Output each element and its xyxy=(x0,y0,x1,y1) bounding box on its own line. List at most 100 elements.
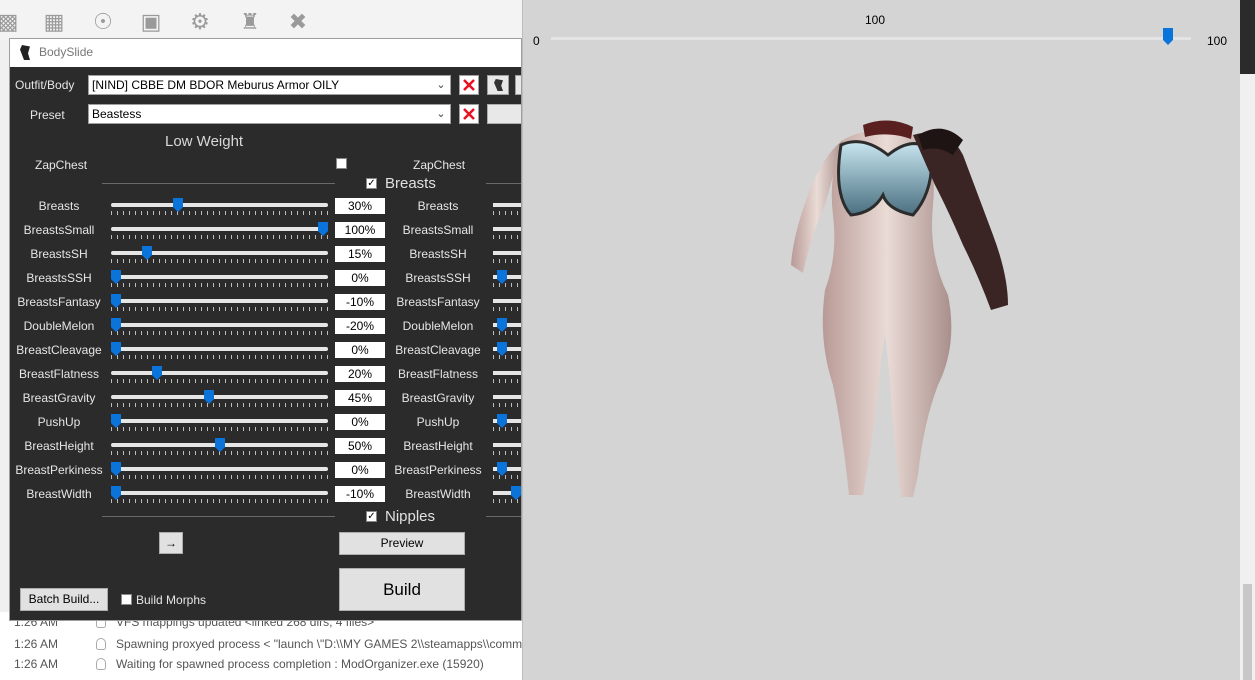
slider-breastwidth[interactable] xyxy=(111,486,328,503)
id-card-icon[interactable]: ▣ xyxy=(137,8,165,36)
slider-thumb[interactable] xyxy=(111,318,121,332)
slider-thumb[interactable] xyxy=(497,462,507,476)
extra-button[interactable] xyxy=(515,75,521,95)
slider-breasts[interactable] xyxy=(111,198,328,215)
slider-high-pushup[interactable] xyxy=(493,414,521,431)
slider-thumb[interactable] xyxy=(204,390,214,404)
archive-icon[interactable]: ▦ xyxy=(40,8,68,36)
slider-value-input[interactable]: 50% xyxy=(335,438,385,454)
weight-max-label: 100 xyxy=(1207,34,1228,48)
slider-label: BreastWidth xyxy=(26,487,92,501)
slider-thumb[interactable] xyxy=(511,486,521,500)
slider-high-breastcleavage[interactable] xyxy=(493,342,521,359)
slider-thumb[interactable] xyxy=(497,342,507,356)
weight-current-value: 100 xyxy=(865,13,886,27)
slider-breastssh[interactable] xyxy=(111,246,328,263)
bodyslide-logo-icon xyxy=(20,45,30,60)
slider-thumb[interactable] xyxy=(111,270,121,284)
slider-label: DoubleMelon xyxy=(23,319,95,333)
wrench-icon[interactable]: ✖ xyxy=(284,8,312,36)
slider-value-input[interactable]: 0% xyxy=(335,342,385,358)
zapchest-checkbox[interactable] xyxy=(336,158,347,169)
slider-track xyxy=(111,227,328,231)
outfit-dropdown[interactable]: [NIND] CBBE DM BDOR Meburus Armor OILY ⌄ xyxy=(88,75,451,95)
slider-value-input[interactable]: 100% xyxy=(335,222,385,238)
slider-pushup[interactable] xyxy=(111,414,328,431)
slider-value-input[interactable]: 20% xyxy=(335,366,385,382)
slider-high-breastssh[interactable] xyxy=(493,247,521,263)
slider-value-input[interactable]: 0% xyxy=(335,270,385,286)
slider-high-breastssmall[interactable] xyxy=(493,223,521,239)
slider-value-input[interactable]: -10% xyxy=(335,294,385,310)
slider-thumb[interactable] xyxy=(111,414,121,428)
right-scrollbar[interactable] xyxy=(1240,0,1255,680)
save-preset-button[interactable] xyxy=(487,104,521,124)
title-bar[interactable]: BodySlide xyxy=(10,39,521,67)
arrow-button[interactable]: → xyxy=(159,532,183,554)
slider-breastsfantasy[interactable] xyxy=(111,294,328,311)
slider-high-breastheight[interactable] xyxy=(493,439,521,455)
slider-value-input[interactable]: 45% xyxy=(335,390,385,406)
lightbulb-icon xyxy=(96,638,106,650)
slider-thumb[interactable] xyxy=(111,342,121,356)
clear-preset-button[interactable] xyxy=(459,104,479,124)
slider-thumb[interactable] xyxy=(318,222,328,236)
slider-high-breastwidth[interactable] xyxy=(493,486,521,503)
slider-ticks xyxy=(493,499,521,503)
slider-thumb[interactable] xyxy=(111,486,121,500)
slider-breastssmall[interactable] xyxy=(111,222,328,239)
slider-breastsssh[interactable] xyxy=(111,270,328,287)
slider-label: BreastPerkiness xyxy=(15,463,103,477)
slider-breastflatness[interactable] xyxy=(111,366,328,383)
slider-high-breastsssh[interactable] xyxy=(493,270,521,287)
outfit-studio-button[interactable] xyxy=(487,75,509,95)
slider-value-input[interactable]: 30% xyxy=(335,198,385,214)
batch-build-button[interactable]: Batch Build... xyxy=(20,588,108,611)
castle-icon[interactable]: ♜ xyxy=(236,8,264,36)
slider-breastgravity[interactable] xyxy=(111,390,328,407)
preview-button[interactable]: Preview xyxy=(339,532,465,555)
slider-high-breastsfantasy[interactable] xyxy=(493,295,521,311)
slider-value-input[interactable]: 0% xyxy=(335,462,385,478)
clear-outfit-button[interactable] xyxy=(459,75,479,95)
slider-thumb[interactable] xyxy=(111,294,121,308)
slider-thumb[interactable] xyxy=(497,318,507,332)
slider-thumb[interactable] xyxy=(497,414,507,428)
slider-high-breasts[interactable] xyxy=(493,199,521,215)
slider-thumb[interactable] xyxy=(497,270,507,284)
build-button[interactable]: Build xyxy=(339,568,465,611)
preview-viewport[interactable]: 100 0 100 xyxy=(522,0,1240,680)
lock-icon[interactable]: ▩ xyxy=(0,8,22,36)
slider-high-breastperkiness[interactable] xyxy=(493,462,521,479)
preset-dropdown[interactable]: Beastess ⌄ xyxy=(88,104,451,124)
scroll-thumb[interactable] xyxy=(1243,584,1252,680)
breasts-group-checkbox[interactable]: ✓ xyxy=(366,178,377,189)
low-weight-title: Low Weight xyxy=(165,133,244,150)
slider-breastperkiness[interactable] xyxy=(111,462,328,479)
slider-label-high: DoubleMelon xyxy=(402,319,474,333)
slider-value-input[interactable]: -10% xyxy=(335,486,385,502)
slider-value-input[interactable]: -20% xyxy=(335,318,385,334)
slider-value-input[interactable]: 15% xyxy=(335,246,385,262)
slider-thumb[interactable] xyxy=(111,462,121,476)
slider-breastcleavage[interactable] xyxy=(111,342,328,359)
slider-thumb[interactable] xyxy=(142,246,152,260)
globe-icon[interactable]: ☉ xyxy=(89,8,117,36)
build-morphs-checkbox[interactable] xyxy=(121,594,132,605)
slider-value-input[interactable]: 0% xyxy=(335,414,385,430)
slider-ticks xyxy=(493,403,521,407)
slider-doublemelon[interactable] xyxy=(111,318,328,335)
slider-high-breastflatness[interactable] xyxy=(493,367,521,383)
slider-thumb[interactable] xyxy=(173,198,183,212)
slider-breastheight[interactable] xyxy=(111,438,328,455)
weight-slider-thumb[interactable] xyxy=(1163,28,1173,45)
slider-ticks xyxy=(111,403,328,407)
weight-slider[interactable] xyxy=(551,28,1191,45)
slider-high-breastgravity[interactable] xyxy=(493,391,521,407)
slider-high-doublemelon[interactable] xyxy=(493,318,521,335)
nipples-group-checkbox[interactable]: ✓ xyxy=(366,511,377,522)
bodyslide-logo-icon xyxy=(494,79,503,91)
slider-thumb[interactable] xyxy=(215,438,225,452)
slider-thumb[interactable] xyxy=(152,366,162,380)
gear-icon[interactable]: ⚙ xyxy=(186,8,214,36)
